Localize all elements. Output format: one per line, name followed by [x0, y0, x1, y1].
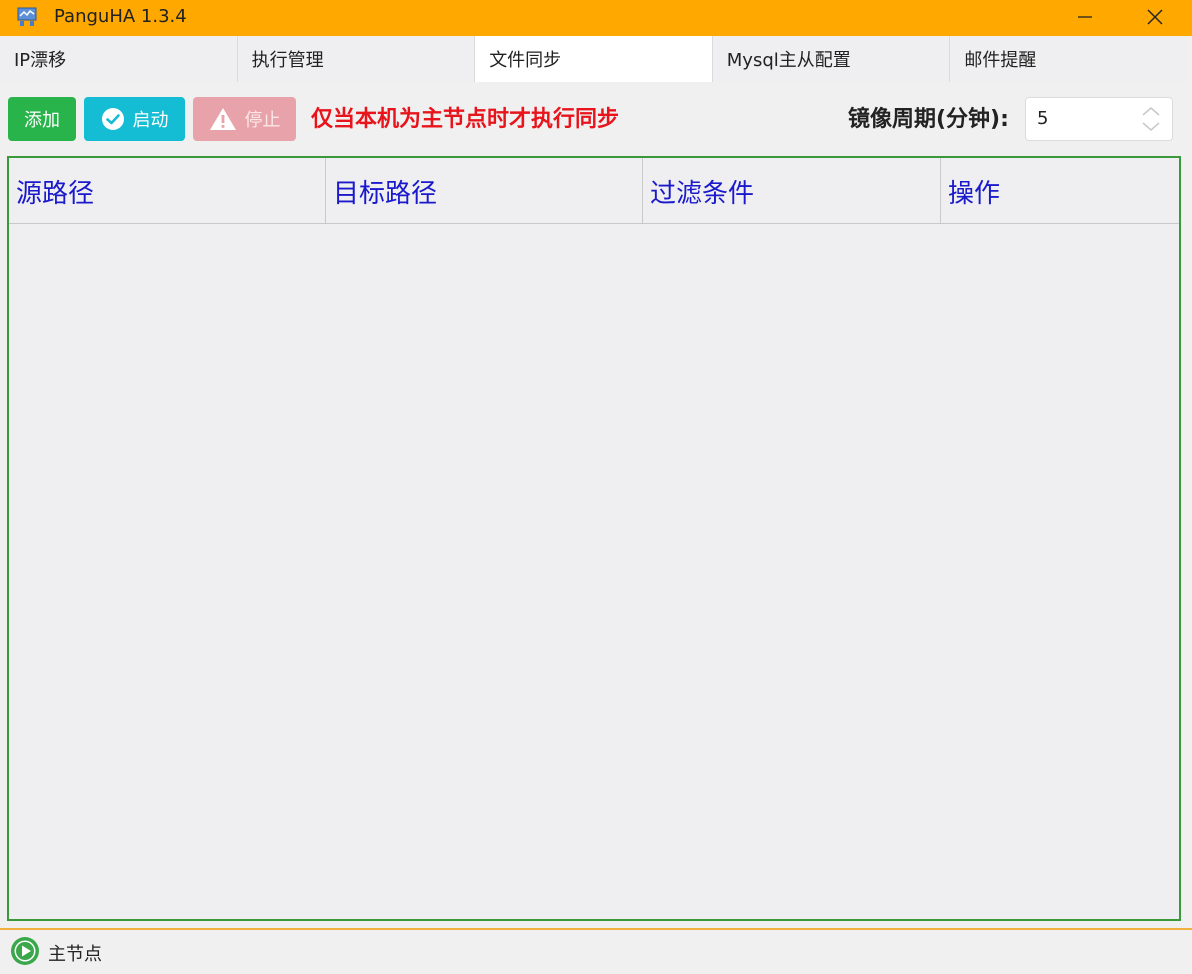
window-title: PanguHA 1.3.4 [54, 6, 187, 27]
app-logo-icon [17, 7, 37, 26]
tab-bar: IP漂移 执行管理 文件同步 Mysql主从配置 邮件提醒 [0, 36, 1188, 82]
mirror-period-spinbox[interactable]: 5 [1025, 97, 1173, 141]
play-circle-icon [11, 937, 39, 965]
node-role-status: 主节点 [48, 944, 102, 965]
start-button-label: 启动 [132, 110, 169, 131]
column-header-filter[interactable]: 过滤条件 [643, 158, 941, 224]
add-button-label: 添加 [24, 110, 60, 131]
tab-file-sync[interactable]: 文件同步 [475, 36, 713, 82]
column-header-target-path[interactable]: 目标路径 [326, 158, 643, 224]
warning-icon [209, 107, 237, 131]
tab-execution-management[interactable]: 执行管理 [237, 36, 476, 82]
tab-ip-drift[interactable]: IP漂移 [0, 36, 238, 82]
status-bar: 主节点 [0, 928, 1192, 974]
minimize-button[interactable] [1050, 0, 1120, 34]
sync-notice-text: 仅当本机为主节点时才执行同步 [311, 107, 620, 132]
spin-arrows-icon[interactable] [1140, 104, 1162, 134]
tab-mysql-replication[interactable]: Mysql主从配置 [712, 36, 951, 82]
column-header-actions[interactable]: 操作 [941, 158, 1179, 224]
add-button[interactable]: 添加 [8, 97, 76, 141]
sync-table: 源路径 目标路径 过滤条件 操作 [7, 156, 1181, 921]
minimize-icon [1078, 16, 1092, 18]
stop-button-label: 停止 [244, 110, 281, 131]
tab-email-alert[interactable]: 邮件提醒 [950, 36, 1188, 82]
check-circle-icon [101, 107, 125, 131]
title-bar: PanguHA 1.3.4 [0, 0, 1192, 36]
mirror-period-value[interactable]: 5 [1037, 108, 1048, 129]
stop-button[interactable]: 停止 [193, 97, 296, 141]
start-button[interactable]: 启动 [84, 97, 185, 141]
table-header: 源路径 目标路径 过滤条件 操作 [9, 158, 1179, 224]
mirror-period-label: 镜像周期(分钟): [848, 107, 1009, 132]
column-header-source-path[interactable]: 源路径 [9, 158, 326, 224]
close-button[interactable] [1120, 0, 1190, 34]
close-icon [1147, 9, 1163, 25]
